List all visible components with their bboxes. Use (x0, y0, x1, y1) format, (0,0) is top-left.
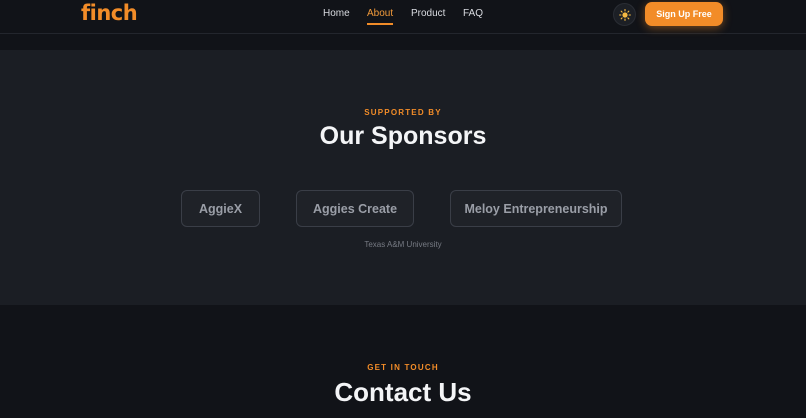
nav-link-faq[interactable]: FAQ (463, 8, 483, 19)
contact-section: GET IN TOUCH Contact Us (0, 305, 806, 418)
theme-toggle-button[interactable] (613, 3, 636, 26)
contact-title: Contact Us (334, 377, 472, 407)
sponsor-card-aggiex[interactable]: AggieX (181, 190, 260, 227)
sponsors-section: SUPPORTED BY Our Sponsors AggieX Aggies … (0, 50, 806, 305)
nav-link-product[interactable]: Product (411, 8, 445, 19)
nav-link-home[interactable]: Home (323, 8, 350, 19)
nav-link-about[interactable]: About (367, 8, 394, 25)
sponsor-card-aggies-create[interactable]: Aggies Create (296, 190, 414, 227)
sun-icon (618, 8, 631, 21)
sponsors-title: Our Sponsors (319, 122, 487, 150)
sponsors-eyebrow: SUPPORTED BY (364, 108, 442, 117)
top-navbar: finch Home About Product FAQ Sign Up Fre… (0, 0, 806, 34)
sponsor-card-meloy-entrepreneurship[interactable]: Meloy Entrepreneurship (450, 190, 622, 227)
sign-up-free-button[interactable]: Sign Up Free (645, 2, 723, 26)
sponsors-footnote: Texas A&M University (364, 240, 442, 249)
contact-eyebrow: GET IN TOUCH (367, 363, 439, 372)
